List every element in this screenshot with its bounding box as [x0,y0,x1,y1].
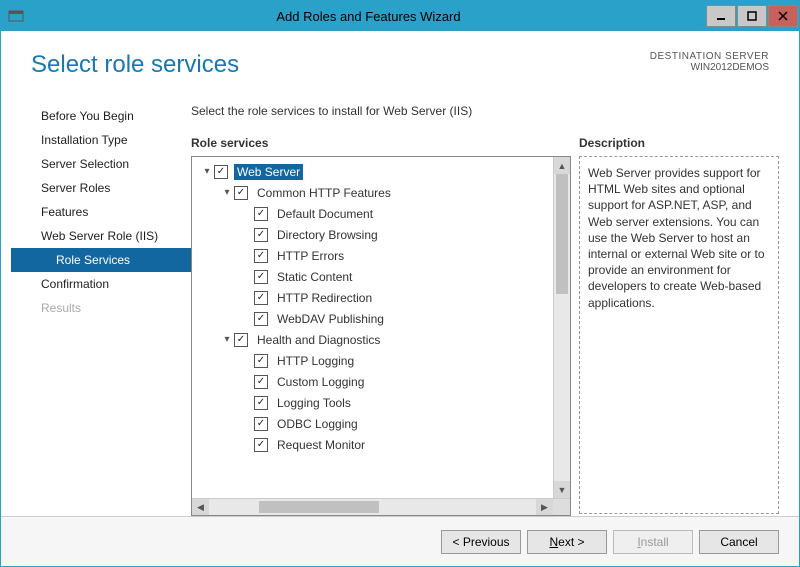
tree-item-label: WebDAV Publishing [274,311,387,327]
tree-row[interactable]: ✓ Custom Logging [194,371,568,392]
destination-value: WIN2012DEMOS [650,62,769,73]
checkbox[interactable]: ✓ [254,207,268,221]
checkbox[interactable]: ✓ [254,438,268,452]
scroll-up-button[interactable]: ▲ [554,157,570,174]
tree-row[interactable]: ✓ WebDAV Publishing [194,308,568,329]
destination-label: DESTINATION SERVER [650,51,769,62]
tree-row[interactable]: ✓ Directory Browsing [194,224,568,245]
checkbox[interactable]: ✓ [254,396,268,410]
nav-item-web-server-role-iis-[interactable]: Web Server Role (IIS) [11,224,191,248]
tree-item-label: Directory Browsing [274,227,381,243]
tree-row[interactable]: ✓ Request Monitor [194,434,568,455]
wizard-window: Add Roles and Features Wizard Select rol… [0,0,800,567]
tree-row[interactable]: ✓ Static Content [194,266,568,287]
hscroll-track[interactable] [209,499,536,515]
checkbox[interactable]: ✓ [214,165,228,179]
checkbox[interactable]: ✓ [254,291,268,305]
titlebar: Add Roles and Features Wizard [1,1,799,31]
expand-arrow-icon[interactable]: ▾ [200,166,214,177]
description-label: Description [579,136,779,150]
tree-item-label: Default Document [274,206,376,222]
scroll-thumb[interactable] [556,174,568,294]
columns: Role services ▾✓Web Server▾✓Common HTTP … [191,136,779,516]
wizard-nav: Before You BeginInstallation TypeServer … [11,89,191,516]
tree-row[interactable]: ✓ HTTP Redirection [194,287,568,308]
role-services-label: Role services [191,136,571,150]
checkbox[interactable]: ✓ [254,270,268,284]
tree-item-label: HTTP Redirection [274,290,375,306]
tree-item-label: ODBC Logging [274,416,361,432]
next-button[interactable]: Next > [527,530,607,554]
install-button: Install [613,530,693,554]
nav-item-confirmation[interactable]: Confirmation [11,272,191,296]
scroll-left-button[interactable]: ◀ [192,499,209,515]
scroll-right-button[interactable]: ▶ [536,499,553,515]
page-title: Select role services [31,51,239,79]
scroll-corner [553,499,570,515]
checkbox[interactable]: ✓ [254,228,268,242]
tree-item-label: Web Server [234,164,303,180]
tree-item-label: Logging Tools [274,395,354,411]
tree-item-label: Health and Diagnostics [254,332,383,348]
close-button[interactable] [768,5,798,27]
checkbox[interactable]: ✓ [254,354,268,368]
app-icon [1,8,31,24]
checkbox[interactable]: ✓ [254,375,268,389]
horizontal-scrollbar[interactable]: ◀ ▶ [192,498,570,515]
hscroll-thumb[interactable] [259,501,379,513]
tree-row[interactable]: ▾✓ Web Server [194,161,568,182]
tree-item-label: Request Monitor [274,437,368,453]
expand-arrow-icon[interactable]: ▾ [220,187,234,198]
tree-item-label: Static Content [274,269,355,285]
checkbox[interactable]: ✓ [234,333,248,347]
tree-row[interactable]: ✓ HTTP Errors [194,245,568,266]
scroll-down-button[interactable]: ▼ [554,481,570,498]
tree-row[interactable]: ✓ Logging Tools [194,392,568,413]
tree-row[interactable]: ▾✓ Common HTTP Features [194,182,568,203]
role-services-column: Role services ▾✓Web Server▾✓Common HTTP … [191,136,571,516]
vertical-scrollbar[interactable]: ▲ ▼ [553,157,570,498]
tree-item-label: HTTP Logging [274,353,357,369]
tree-row[interactable]: ✓ ODBC Logging [194,413,568,434]
nav-item-before-you-begin[interactable]: Before You Begin [11,104,191,128]
checkbox[interactable]: ✓ [254,249,268,263]
role-services-tree: ▾✓Web Server▾✓Common HTTP Features✓Defau… [191,156,571,516]
destination-server: DESTINATION SERVER WIN2012DEMOS [650,51,769,73]
footer: < Previous Next > Install Cancel [1,516,799,566]
expand-arrow-icon[interactable]: ▾ [220,334,234,345]
tree-item-label: Custom Logging [274,374,367,390]
nav-item-features[interactable]: Features [11,200,191,224]
minimize-button[interactable] [706,5,736,27]
description-box: Web Server provides support for HTML Web… [579,156,779,514]
body: Before You BeginInstallation TypeServer … [1,89,799,516]
previous-button[interactable]: < Previous [441,530,521,554]
tree-list[interactable]: ▾✓Web Server▾✓Common HTTP Features✓Defau… [192,157,570,498]
checkbox[interactable]: ✓ [254,417,268,431]
tree-row[interactable]: ✓ Default Document [194,203,568,224]
tree-item-label: Common HTTP Features [254,185,394,201]
window-controls [706,5,799,27]
nav-item-server-selection[interactable]: Server Selection [11,152,191,176]
maximize-button[interactable] [737,5,767,27]
nav-item-role-services[interactable]: Role Services [11,248,191,272]
content: Select the role services to install for … [191,89,779,516]
tree-row[interactable]: ▾✓ Health and Diagnostics [194,329,568,350]
checkbox[interactable]: ✓ [234,186,248,200]
header: Select role services DESTINATION SERVER … [1,31,799,89]
instruction-text: Select the role services to install for … [191,104,779,118]
nav-item-installation-type[interactable]: Installation Type [11,128,191,152]
tree-item-label: HTTP Errors [274,248,347,264]
nav-item-results: Results [11,296,191,320]
window-title: Add Roles and Features Wizard [31,9,706,24]
nav-item-server-roles[interactable]: Server Roles [11,176,191,200]
checkbox[interactable]: ✓ [254,312,268,326]
tree-row[interactable]: ✓ HTTP Logging [194,350,568,371]
cancel-button[interactable]: Cancel [699,530,779,554]
description-column: Description Web Server provides support … [579,136,779,516]
